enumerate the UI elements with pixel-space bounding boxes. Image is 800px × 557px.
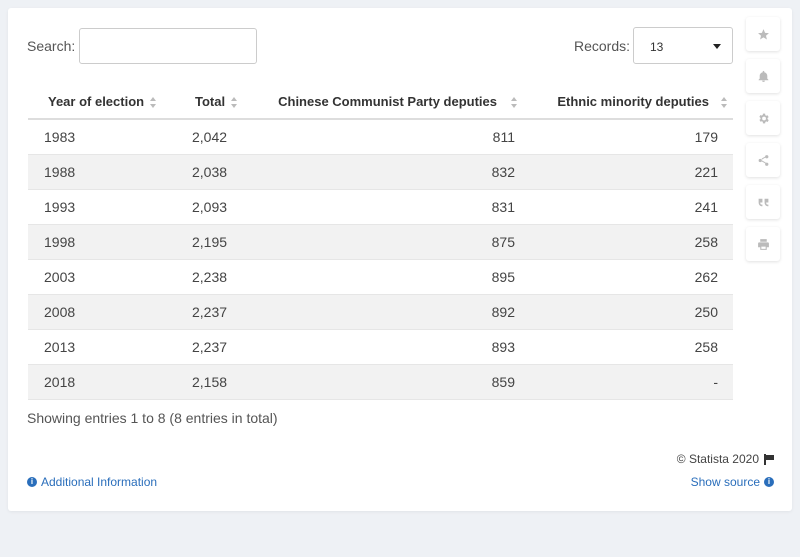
cell-ccp-deputies: 832	[265, 154, 533, 190]
cell-ethnic-deputies: 221	[533, 154, 733, 190]
search-label: Search:	[27, 38, 76, 54]
cell-ethnic-deputies: 250	[533, 294, 733, 330]
cell-ccp-deputies: 811	[265, 119, 533, 155]
chevron-down-icon	[713, 44, 721, 49]
table-row: 1993 2,093 831 241	[28, 189, 733, 225]
print-icon	[757, 238, 769, 250]
show-source-label: Show source	[690, 475, 760, 489]
quote-icon	[758, 198, 768, 206]
cell-ethnic-deputies: 262	[533, 259, 733, 295]
cell-total: 2,042	[171, 119, 265, 155]
statista-credit[interactable]: © Statista 2020	[677, 452, 774, 466]
cell-ethnic-deputies: -	[533, 364, 733, 400]
cell-ccp-deputies: 859	[265, 364, 533, 400]
gear-icon	[758, 113, 769, 123]
table-row: 2018 2,158 859 -	[28, 364, 733, 400]
cell-year: 2008	[28, 294, 171, 330]
cell-year: 1988	[28, 154, 171, 190]
table-row: 1998 2,195 875 258	[28, 224, 733, 260]
cell-year: 1983	[28, 119, 171, 155]
entries-summary: Showing entries 1 to 8 (8 entries in tot…	[27, 410, 278, 426]
cite-button[interactable]	[746, 185, 780, 219]
cell-total: 2,238	[171, 259, 265, 295]
cell-total: 2,237	[171, 294, 265, 330]
info-icon: i	[27, 477, 37, 487]
table-row: 2013 2,237 893 258	[28, 329, 733, 365]
records-select[interactable]: 13	[633, 27, 733, 64]
records-label: Records:	[574, 38, 631, 54]
cell-total: 2,093	[171, 189, 265, 225]
cell-ethnic-deputies: 179	[533, 119, 733, 155]
search-input[interactable]	[79, 28, 257, 64]
info-icon: i	[764, 477, 774, 487]
table-row: 2008 2,237 892 250	[28, 294, 733, 330]
sort-icon	[150, 96, 157, 108]
favorite-button[interactable]	[746, 17, 780, 51]
sort-icon	[721, 96, 728, 108]
star-icon	[757, 28, 769, 39]
sort-icon	[511, 96, 518, 108]
show-source-link[interactable]: Show source i	[691, 475, 774, 489]
notification-button[interactable]	[746, 59, 780, 93]
cell-ccp-deputies: 875	[265, 224, 533, 260]
table-row: 1988 2,038 832 221	[28, 154, 733, 190]
cell-year: 2013	[28, 329, 171, 365]
settings-button[interactable]	[746, 101, 780, 135]
cell-year: 2018	[28, 364, 171, 400]
cell-ccp-deputies: 892	[265, 294, 533, 330]
credit-text: © Statista 2020	[676, 452, 759, 466]
cell-year: 2003	[28, 259, 171, 295]
share-button[interactable]	[746, 143, 780, 177]
data-table: Year of election Total Chinese Communist…	[28, 84, 733, 400]
cell-ccp-deputies: 893	[265, 329, 533, 365]
additional-information-label: Additional Information	[41, 475, 158, 489]
table-row: 2003 2,238 895 262	[28, 259, 733, 295]
column-header-year[interactable]: Year of election	[28, 84, 171, 120]
additional-information-link[interactable]: i Additional Information	[27, 475, 157, 489]
cell-total: 2,237	[171, 329, 265, 365]
cell-total: 2,158	[171, 364, 265, 400]
share-icon	[758, 154, 768, 166]
flag-icon	[764, 453, 774, 465]
cell-ethnic-deputies: 258	[533, 224, 733, 260]
column-header-ethnic-deputies[interactable]: Ethnic minority deputies	[533, 84, 733, 120]
table-row: 1983 2,042 811 179	[28, 119, 733, 155]
cell-total: 2,038	[171, 154, 265, 190]
print-button[interactable]	[746, 227, 780, 261]
bell-icon	[758, 70, 768, 82]
table-header-row: Year of election Total Chinese Communist…	[28, 84, 733, 120]
statistic-card: Search: Records: 13 Year of election Tot…	[8, 8, 792, 511]
cell-ccp-deputies: 895	[265, 259, 533, 295]
column-header-total[interactable]: Total	[171, 84, 265, 120]
sort-icon	[231, 96, 238, 108]
cell-year: 1993	[28, 189, 171, 225]
column-header-ccp-deputies[interactable]: Chinese Communist Party deputies	[265, 84, 533, 120]
cell-ccp-deputies: 831	[265, 189, 533, 225]
action-sidebar	[746, 17, 780, 269]
cell-total: 2,195	[171, 224, 265, 260]
records-value: 13	[650, 40, 664, 54]
cell-ethnic-deputies: 241	[533, 189, 733, 225]
cell-ethnic-deputies: 258	[533, 329, 733, 365]
cell-year: 1998	[28, 224, 171, 260]
